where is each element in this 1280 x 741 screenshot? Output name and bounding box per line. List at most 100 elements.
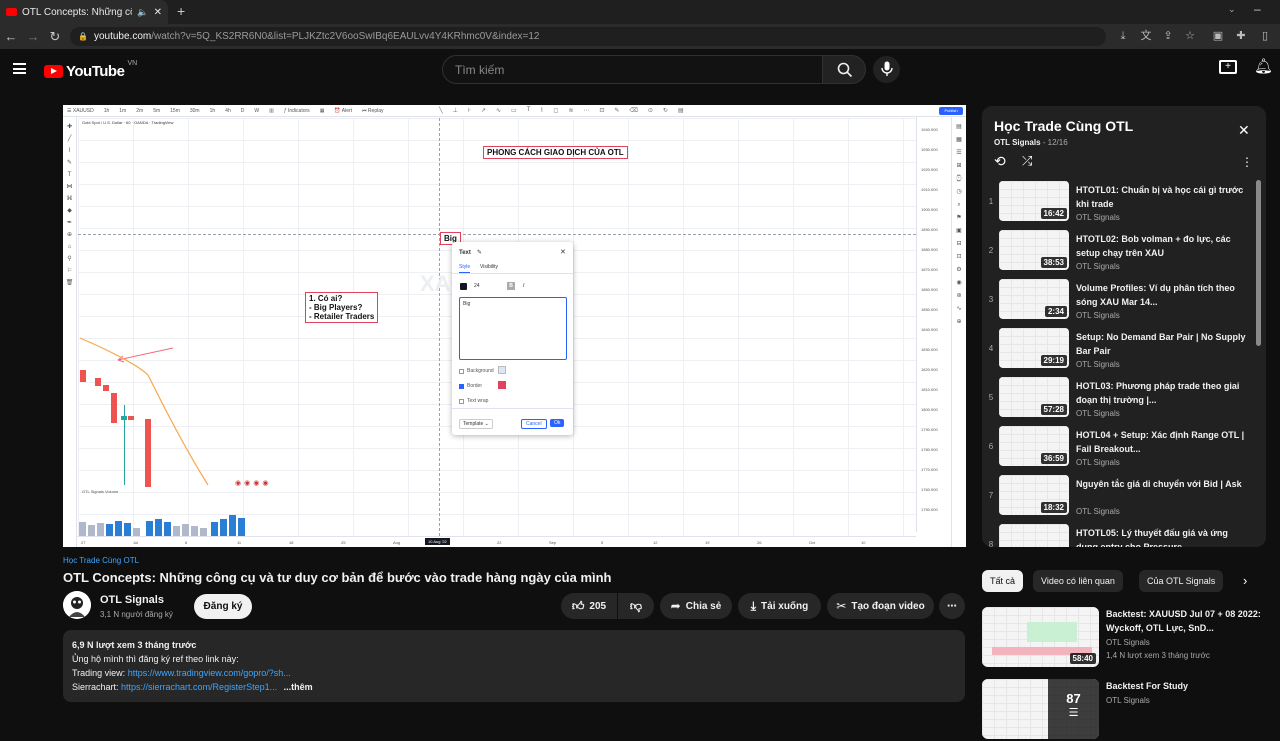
voice-search-button[interactable] (873, 56, 900, 83)
chip-related[interactable]: Video có liên quan (1033, 570, 1123, 592)
cancel-button[interactable]: Cancel (521, 419, 547, 429)
playlist-item[interactable]: 5 57:28 HOTL03: Phương pháp trade theo gia… (982, 374, 1252, 423)
playlist-item[interactable]: 8 HTOTL05: Lý thuyết đấu giá và ứng dụng … (982, 521, 1252, 547)
playlist-item-thumbnail[interactable]: 2:34 (999, 279, 1069, 319)
playlist-item-thumbnail[interactable]: 18:32 (999, 475, 1069, 515)
chip-from-channel[interactable]: Của OTL Signals (1139, 570, 1224, 592)
extension-icon[interactable]: ▣ (1211, 29, 1225, 43)
price-axis-label: 1940.000 (921, 127, 938, 132)
close-tab-icon[interactable]: ✕ (154, 7, 162, 18)
video-player[interactable]: ☰ XAUUSD 1h 1m 2m 5m 15m 30m 1h 4h D W ▥ ƒ Indicator… (63, 105, 966, 547)
playlist-title[interactable]: Học Trade Cùng OTL (994, 118, 1133, 134)
playlist-item-title[interactable]: HOTL04 + Setup: Xác định Range OTL | Fai… (1076, 428, 1246, 456)
youtube-logo[interactable]: YouTube VN (44, 60, 137, 80)
background-checkbox[interactable] (459, 369, 464, 374)
border-color-swatch[interactable] (498, 381, 506, 389)
recommendation-title[interactable]: Backtest: XAUUSD Jul 07 + 08 2022: Wycko… (1106, 607, 1262, 635)
text-color-swatch[interactable] (460, 283, 467, 290)
download-status-icon[interactable]: ⤓ (1116, 29, 1130, 43)
description-box[interactable]: 6,9 N lượt xem 3 tháng trước Ủng hộ mình… (63, 630, 965, 702)
speaker-icon[interactable]: 🔈 (137, 7, 148, 18)
tab-style[interactable]: Style (459, 264, 471, 273)
playlist-item-thumbnail[interactable]: 16:42 (999, 181, 1069, 221)
playlist-item-title[interactable]: HOTL03: Phương pháp trade theo giai đoạn… (1076, 379, 1246, 407)
download-button[interactable]: ⤓ Tải xuống (738, 593, 821, 619)
playlist-item-thumbnail[interactable]: 36:59 (999, 426, 1069, 466)
sidebar-toggle-icon[interactable]: ▯ (1258, 29, 1272, 43)
menu-hamburger-icon[interactable] (13, 63, 26, 74)
background-color-swatch[interactable] (498, 366, 506, 374)
show-more-link[interactable]: ...thêm (284, 682, 313, 692)
publish-button[interactable]: Publish (939, 107, 963, 115)
playlist-item[interactable]: 4 29:19 Setup: No Demand Bar Pair | No Sup… (982, 325, 1252, 374)
pencil-icon[interactable]: ✎ (477, 249, 482, 256)
playlist-thumbnail[interactable]: 87 ☰ (982, 679, 1099, 739)
text-wrap-checkbox[interactable] (459, 399, 464, 404)
search-input[interactable]: Tìm kiếm (442, 55, 823, 84)
playlist-link[interactable]: Học Trade Cùng OTL (63, 556, 139, 565)
create-video-icon[interactable]: + (1219, 60, 1237, 74)
url-bar[interactable]: 🔒 youtube.com/watch?v=5Q_KS2RR6N0&list=P… (70, 27, 1106, 46)
back-icon[interactable]: ← (0, 29, 22, 44)
playlist-item-title[interactable]: Volume Profiles: Ví dụ phân tích theo só… (1076, 281, 1246, 309)
playlist-item[interactable]: 1 16:42 HTOTL01: Chuẩn bị và học cái gì tr… (982, 178, 1252, 227)
notifications-bell-icon[interactable]: 🔔︎ (1254, 57, 1273, 75)
playlist-item-thumbnail[interactable] (999, 524, 1069, 547)
text-value-textarea[interactable]: Big (459, 297, 567, 360)
like-button[interactable]: 👍︎ 205 (561, 593, 617, 619)
italic-toggle[interactable]: I (523, 283, 524, 289)
playlist-item-title[interactable]: Setup: No Demand Bar Pair | No Supply Ba… (1076, 330, 1246, 358)
playlist-menu-icon[interactable]: ⋮ (1241, 155, 1253, 169)
playlist-item[interactable]: 2 38:53 HTOTL02: Bob volman + đo lực, các … (982, 227, 1252, 276)
more-actions-button[interactable]: ⋯ (939, 593, 965, 619)
recommendation-item[interactable]: 58:40 Backtest: XAUUSD Jul 07 + 08 2022:… (982, 607, 1266, 669)
bold-toggle[interactable]: B (507, 282, 515, 290)
playlist-item-thumbnail[interactable]: 57:28 (999, 377, 1069, 417)
template-dropdown[interactable]: Template ⌄ (459, 419, 493, 429)
share-page-icon[interactable]: ⇪ (1161, 29, 1175, 43)
shuffle-icon[interactable]: ⤮ (1022, 153, 1032, 169)
playlist-item-title[interactable]: HTOTL05: Lý thuyết đấu giá và ứng dụng e… (1076, 526, 1246, 547)
chip-all[interactable]: Tất cả (982, 570, 1024, 592)
recommendation-channel[interactable]: OTL Signals (1106, 638, 1150, 647)
subscribe-button[interactable]: Đăng ký (194, 594, 252, 619)
share-button[interactable]: ➦ Chia sẻ (660, 593, 732, 619)
recommendation-channel[interactable]: OTL Signals (1106, 696, 1150, 705)
channel-name[interactable]: OTL Signals (100, 594, 164, 606)
ok-button[interactable]: Ok (550, 419, 565, 427)
new-tab-icon[interactable]: + (177, 3, 185, 19)
close-playlist-icon[interactable]: ✕ (1238, 122, 1250, 139)
search-button[interactable] (822, 55, 866, 84)
tab-visibility[interactable]: Visibility (480, 264, 498, 270)
recommendation-thumbnail[interactable]: 58:40 (982, 607, 1099, 667)
tab-search-icon[interactable]: ⌄ (1228, 4, 1236, 15)
tradingview-link[interactable]: https://www.tradingview.com/gopro/?sh... (128, 668, 291, 678)
playlist-item[interactable]: 7 18:32 Nguyên tắc giá di chuyển với Bid |… (982, 472, 1252, 521)
dislike-button[interactable]: 👎︎ (618, 593, 654, 619)
bookmark-star-icon[interactable]: ☆ (1183, 29, 1197, 43)
dialog-close-icon[interactable]: ✕ (560, 248, 566, 256)
recommendation-item[interactable]: 87 ☰ Backtest For Study OTL Signals (982, 679, 1266, 741)
channel-avatar[interactable] (63, 591, 91, 619)
recommendation-title[interactable]: Backtest For Study (1106, 679, 1262, 693)
chips-next-icon[interactable]: › (1243, 573, 1247, 588)
reload-icon[interactable]: ↻ (44, 29, 66, 45)
playlist-item[interactable]: 6 36:59 HOTL04 + Setup: Xác định Range OTL… (982, 423, 1252, 472)
puzzle-extensions-icon[interactable]: ✚ (1234, 29, 1248, 43)
border-checkbox[interactable] (459, 384, 464, 389)
font-size-select[interactable]: 24 (474, 283, 480, 289)
playlist-item-title[interactable]: HTOTL02: Bob volman + đo lực, các setup … (1076, 232, 1246, 260)
playlist-item-thumbnail[interactable]: 38:53 (999, 230, 1069, 270)
minimize-icon[interactable]: – (1254, 2, 1261, 16)
translate-icon[interactable]: 文 (1139, 29, 1153, 43)
playlist-item-thumbnail[interactable]: 29:19 (999, 328, 1069, 368)
playlist-item-title[interactable]: HTOTL01: Chuẩn bị và học cái gì trước kh… (1076, 183, 1246, 211)
sierrachart-link[interactable]: https://sierrachart.com/RegisterStep1... (121, 682, 277, 692)
playlist-item-title[interactable]: Nguyên tắc giá di chuyển với Bid | Ask (1076, 477, 1246, 491)
forward-icon[interactable]: → (22, 29, 44, 44)
playlist-channel[interactable]: OTL Signals (994, 138, 1041, 147)
loop-icon[interactable]: ⟲ (994, 153, 1006, 170)
clip-button[interactable]: ✂ Tạo đoạn video (827, 593, 934, 619)
playlist-item[interactable]: 3 2:34 Volume Profiles: Ví dụ phân tích th… (982, 276, 1252, 325)
browser-tab[interactable]: OTL Concepts: Những công c 🔈 ✕ (0, 0, 168, 24)
